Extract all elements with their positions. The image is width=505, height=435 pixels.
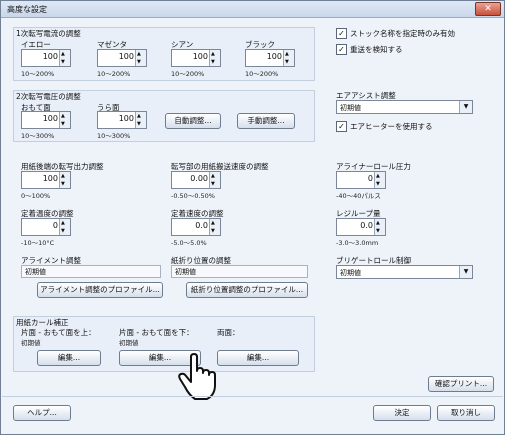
manual-adjust-button[interactable]: 手動調整... [237, 113, 295, 129]
spinner-arrows-icon[interactable]: ▲ ▼ [59, 50, 70, 66]
curl-duplex-label: 両面： [217, 328, 240, 337]
settings-dialog: 高度な設定 ✕ 1次転写電流の調整 イエロー 100 ▲ ▼ 10～200% マゼ… [0, 0, 505, 435]
chevron-down-icon[interactable]: ▼ [459, 101, 472, 113]
yellow-value: 100 [42, 52, 58, 61]
footer-divider [2, 396, 503, 397]
aligner-pressure-spinner[interactable]: 0 ▲ ▼ [336, 171, 386, 189]
back-range: 10～300% [97, 132, 131, 140]
air-heater-checkbox[interactable]: ✓ [336, 121, 347, 132]
curl-face-up-value: 初期値 [21, 339, 41, 347]
spinner-arrows-icon[interactable]: ▲ ▼ [209, 172, 220, 188]
front-value: 100 [42, 114, 58, 123]
black-range: 10～200% [245, 70, 279, 78]
fixing-temp-range: -10～10°C [21, 239, 55, 247]
paper-end-value: 100 [42, 174, 58, 183]
close-button[interactable]: ✕ [475, 2, 501, 16]
spinner-arrows-icon[interactable]: ▲ ▼ [135, 112, 146, 128]
fixing-speed-range: -5.0～5.0% [171, 239, 207, 247]
regi-loop-range: -3.0～3.0mm [336, 239, 379, 247]
black-spinner[interactable]: 100 ▲ ▼ [245, 49, 295, 67]
auto-adjust-button[interactable]: 自動調整... [165, 113, 221, 129]
transfer-speed-value: 0.00 [190, 174, 208, 183]
spinner-arrows-icon[interactable]: ▲ ▼ [135, 50, 146, 66]
yellow-range: 10～200% [21, 70, 55, 78]
alignment-profile-button[interactable]: アライメント調整のプロファイル... [37, 282, 163, 298]
window-title: 高度な設定 [7, 5, 47, 14]
fixing-temp-spinner[interactable]: 0 ▲ ▼ [21, 218, 71, 236]
spinner-arrows-icon[interactable]: ▲ ▼ [59, 172, 70, 188]
cyan-range: 10～200% [171, 70, 205, 78]
chevron-down-icon[interactable]: ▼ [459, 266, 472, 278]
buckle-roll-value: 初期値 [340, 269, 361, 277]
air-assist-select[interactable]: 初期値 ▼ [336, 100, 473, 114]
air-heater-label: エアヒーターを使用する [350, 122, 433, 131]
paper-end-range: 0～100% [21, 192, 51, 200]
transfer-speed-range: -0.50～0.50% [171, 192, 215, 200]
magenta-range: 10～200% [97, 70, 131, 78]
spinner-arrows-icon[interactable]: ▲ ▼ [209, 219, 220, 235]
regi-loop-value: 0.0 [360, 221, 373, 230]
help-button[interactable]: ヘルプ... [13, 405, 71, 421]
transfer-speed-spinner[interactable]: 0.00 ▲ ▼ [171, 171, 221, 189]
front-range: 10～300% [21, 132, 55, 140]
yellow-spinner[interactable]: 100 ▲ ▼ [21, 49, 71, 67]
stock-name-checkbox[interactable]: ✓ [336, 28, 347, 39]
fixing-temp-value: 0 [52, 221, 58, 230]
curl-face-up-edit-button[interactable]: 編集... [37, 350, 101, 366]
magenta-value: 100 [118, 52, 134, 61]
paper-end-spinner[interactable]: 100 ▲ ▼ [21, 171, 71, 189]
curl-duplex-edit-button[interactable]: 編集... [217, 350, 299, 366]
alignment-value: 初期値 [21, 265, 161, 278]
hand-pointer-icon [178, 353, 216, 400]
stock-name-label: ストック名称を指定時のみ有効 [350, 29, 455, 38]
fixing-speed-value: 0.0 [195, 221, 208, 230]
fixing-speed-spinner[interactable]: 0.0 ▲ ▼ [171, 218, 221, 236]
section2-title: 2次転写電圧の調整 [16, 92, 81, 101]
aligner-pressure-value: 0 [367, 174, 373, 183]
curl-face-down-value: 初期値 [119, 339, 139, 347]
double-feed-checkbox[interactable]: ✓ [336, 44, 347, 55]
front-spinner[interactable]: 100 ▲ ▼ [21, 111, 71, 129]
spinner-arrows-icon[interactable]: ▲ ▼ [209, 50, 220, 66]
spinner-arrows-icon[interactable]: ▲ ▼ [374, 219, 385, 235]
aligner-pressure-range: -40～40パルス [336, 192, 381, 200]
magenta-spinner[interactable]: 100 ▲ ▼ [97, 49, 147, 67]
cyan-spinner[interactable]: 100 ▲ ▼ [171, 49, 221, 67]
cyan-value: 100 [192, 52, 208, 61]
title-bar: 高度な設定 ✕ [1, 1, 504, 18]
fold-position-profile-button[interactable]: 紙折り位置調整のプロファイル... [186, 282, 308, 298]
back-value: 100 [118, 114, 134, 123]
spinner-arrows-icon[interactable]: ▲ ▼ [283, 50, 294, 66]
cancel-button[interactable]: 取り消し [437, 405, 495, 421]
buckle-roll-select[interactable]: 初期値 ▼ [336, 265, 473, 279]
back-spinner[interactable]: 100 ▲ ▼ [97, 111, 147, 129]
fold-position-value: 初期値 [171, 265, 308, 278]
spinner-arrows-icon[interactable]: ▲ ▼ [59, 219, 70, 235]
regi-loop-spinner[interactable]: 0.0 ▲ ▼ [336, 218, 386, 236]
black-value: 100 [266, 52, 282, 61]
confirm-print-button[interactable]: 確認プリント... [428, 376, 494, 392]
spinner-arrows-icon[interactable]: ▲ ▼ [374, 172, 385, 188]
section1-title: 1次転写電流の調整 [16, 29, 81, 38]
ok-button[interactable]: 決定 [373, 405, 431, 421]
spinner-arrows-icon[interactable]: ▲ ▼ [59, 112, 70, 128]
double-feed-label: 重送を検知する [350, 45, 403, 54]
air-assist-value: 初期値 [340, 104, 361, 112]
